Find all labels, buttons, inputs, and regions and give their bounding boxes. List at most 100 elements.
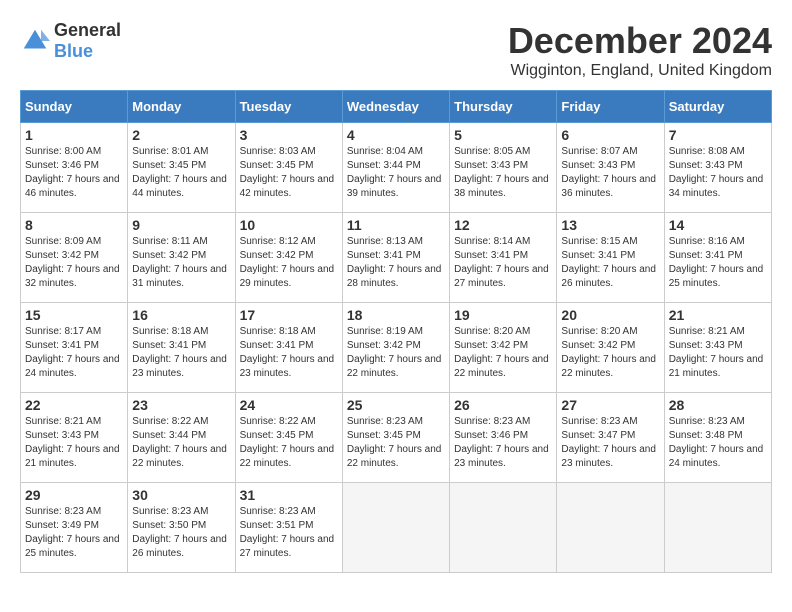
col-saturday: Saturday <box>664 91 771 123</box>
day-number: 5 <box>454 127 552 143</box>
title-area: December 2024 Wigginton, England, United… <box>508 20 772 80</box>
table-row <box>557 483 664 573</box>
day-number: 6 <box>561 127 659 143</box>
day-number: 19 <box>454 307 552 323</box>
day-number: 3 <box>240 127 338 143</box>
cell-content: Sunrise: 8:14 AMSunset: 3:41 PMDaylight:… <box>454 235 552 291</box>
day-number: 14 <box>669 217 767 233</box>
table-row: 8 Sunrise: 8:09 AMSunset: 3:42 PMDayligh… <box>21 213 128 303</box>
cell-content: Sunrise: 8:23 AMSunset: 3:51 PMDaylight:… <box>240 505 338 561</box>
cell-content: Sunrise: 8:04 AMSunset: 3:44 PMDaylight:… <box>347 145 445 201</box>
col-wednesday: Wednesday <box>342 91 449 123</box>
col-friday: Friday <box>557 91 664 123</box>
cell-content: Sunrise: 8:15 AMSunset: 3:41 PMDaylight:… <box>561 235 659 291</box>
calendar-week-row: 29 Sunrise: 8:23 AMSunset: 3:49 PMDaylig… <box>21 483 772 573</box>
day-number: 17 <box>240 307 338 323</box>
cell-content: Sunrise: 8:09 AMSunset: 3:42 PMDaylight:… <box>25 235 123 291</box>
table-row <box>664 483 771 573</box>
table-row <box>342 483 449 573</box>
location-title: Wigginton, England, United Kingdom <box>508 62 772 80</box>
table-row: 19 Sunrise: 8:20 AMSunset: 3:42 PMDaylig… <box>450 303 557 393</box>
cell-content: Sunrise: 8:03 AMSunset: 3:45 PMDaylight:… <box>240 145 338 201</box>
table-row: 21 Sunrise: 8:21 AMSunset: 3:43 PMDaylig… <box>664 303 771 393</box>
day-number: 24 <box>240 397 338 413</box>
day-number: 18 <box>347 307 445 323</box>
table-row: 1 Sunrise: 8:00 AMSunset: 3:46 PMDayligh… <box>21 123 128 213</box>
calendar-week-row: 1 Sunrise: 8:00 AMSunset: 3:46 PMDayligh… <box>21 123 772 213</box>
day-number: 29 <box>25 487 123 503</box>
day-number: 7 <box>669 127 767 143</box>
day-number: 23 <box>132 397 230 413</box>
cell-content: Sunrise: 8:08 AMSunset: 3:43 PMDaylight:… <box>669 145 767 201</box>
cell-content: Sunrise: 8:05 AMSunset: 3:43 PMDaylight:… <box>454 145 552 201</box>
day-number: 10 <box>240 217 338 233</box>
table-row: 31 Sunrise: 8:23 AMSunset: 3:51 PMDaylig… <box>235 483 342 573</box>
cell-content: Sunrise: 8:19 AMSunset: 3:42 PMDaylight:… <box>347 325 445 381</box>
day-number: 21 <box>669 307 767 323</box>
table-row: 4 Sunrise: 8:04 AMSunset: 3:44 PMDayligh… <box>342 123 449 213</box>
day-number: 4 <box>347 127 445 143</box>
day-number: 28 <box>669 397 767 413</box>
day-number: 27 <box>561 397 659 413</box>
table-row: 18 Sunrise: 8:19 AMSunset: 3:42 PMDaylig… <box>342 303 449 393</box>
table-row: 7 Sunrise: 8:08 AMSunset: 3:43 PMDayligh… <box>664 123 771 213</box>
month-title: December 2024 <box>508 20 772 62</box>
table-row: 30 Sunrise: 8:23 AMSunset: 3:50 PMDaylig… <box>128 483 235 573</box>
day-number: 13 <box>561 217 659 233</box>
cell-content: Sunrise: 8:23 AMSunset: 3:47 PMDaylight:… <box>561 415 659 471</box>
day-number: 22 <box>25 397 123 413</box>
cell-content: Sunrise: 8:20 AMSunset: 3:42 PMDaylight:… <box>454 325 552 381</box>
table-row: 24 Sunrise: 8:22 AMSunset: 3:45 PMDaylig… <box>235 393 342 483</box>
calendar-table: Sunday Monday Tuesday Wednesday Thursday… <box>20 90 772 573</box>
cell-content: Sunrise: 8:22 AMSunset: 3:44 PMDaylight:… <box>132 415 230 471</box>
day-number: 20 <box>561 307 659 323</box>
logo-icon <box>20 26 50 56</box>
cell-content: Sunrise: 8:23 AMSunset: 3:46 PMDaylight:… <box>454 415 552 471</box>
day-number: 2 <box>132 127 230 143</box>
cell-content: Sunrise: 8:13 AMSunset: 3:41 PMDaylight:… <box>347 235 445 291</box>
table-row: 2 Sunrise: 8:01 AMSunset: 3:45 PMDayligh… <box>128 123 235 213</box>
cell-content: Sunrise: 8:18 AMSunset: 3:41 PMDaylight:… <box>240 325 338 381</box>
col-thursday: Thursday <box>450 91 557 123</box>
table-row: 13 Sunrise: 8:15 AMSunset: 3:41 PMDaylig… <box>557 213 664 303</box>
table-row: 28 Sunrise: 8:23 AMSunset: 3:48 PMDaylig… <box>664 393 771 483</box>
day-number: 30 <box>132 487 230 503</box>
table-row: 23 Sunrise: 8:22 AMSunset: 3:44 PMDaylig… <box>128 393 235 483</box>
cell-content: Sunrise: 8:12 AMSunset: 3:42 PMDaylight:… <box>240 235 338 291</box>
table-row: 29 Sunrise: 8:23 AMSunset: 3:49 PMDaylig… <box>21 483 128 573</box>
calendar-week-row: 8 Sunrise: 8:09 AMSunset: 3:42 PMDayligh… <box>21 213 772 303</box>
day-number: 1 <box>25 127 123 143</box>
table-row: 25 Sunrise: 8:23 AMSunset: 3:45 PMDaylig… <box>342 393 449 483</box>
table-row: 17 Sunrise: 8:18 AMSunset: 3:41 PMDaylig… <box>235 303 342 393</box>
col-tuesday: Tuesday <box>235 91 342 123</box>
cell-content: Sunrise: 8:23 AMSunset: 3:49 PMDaylight:… <box>25 505 123 561</box>
cell-content: Sunrise: 8:17 AMSunset: 3:41 PMDaylight:… <box>25 325 123 381</box>
table-row <box>450 483 557 573</box>
table-row: 22 Sunrise: 8:21 AMSunset: 3:43 PMDaylig… <box>21 393 128 483</box>
logo-blue: Blue <box>54 41 93 61</box>
calendar-header-row: Sunday Monday Tuesday Wednesday Thursday… <box>21 91 772 123</box>
table-row: 16 Sunrise: 8:18 AMSunset: 3:41 PMDaylig… <box>128 303 235 393</box>
cell-content: Sunrise: 8:23 AMSunset: 3:48 PMDaylight:… <box>669 415 767 471</box>
table-row: 11 Sunrise: 8:13 AMSunset: 3:41 PMDaylig… <box>342 213 449 303</box>
col-sunday: Sunday <box>21 91 128 123</box>
day-number: 11 <box>347 217 445 233</box>
day-number: 8 <box>25 217 123 233</box>
header: General Blue December 2024 Wigginton, En… <box>20 20 772 80</box>
day-number: 25 <box>347 397 445 413</box>
cell-content: Sunrise: 8:00 AMSunset: 3:46 PMDaylight:… <box>25 145 123 201</box>
cell-content: Sunrise: 8:16 AMSunset: 3:41 PMDaylight:… <box>669 235 767 291</box>
table-row: 6 Sunrise: 8:07 AMSunset: 3:43 PMDayligh… <box>557 123 664 213</box>
logo: General Blue <box>20 20 121 62</box>
day-number: 26 <box>454 397 552 413</box>
cell-content: Sunrise: 8:21 AMSunset: 3:43 PMDaylight:… <box>25 415 123 471</box>
day-number: 12 <box>454 217 552 233</box>
cell-content: Sunrise: 8:23 AMSunset: 3:50 PMDaylight:… <box>132 505 230 561</box>
table-row: 9 Sunrise: 8:11 AMSunset: 3:42 PMDayligh… <box>128 213 235 303</box>
cell-content: Sunrise: 8:20 AMSunset: 3:42 PMDaylight:… <box>561 325 659 381</box>
table-row: 5 Sunrise: 8:05 AMSunset: 3:43 PMDayligh… <box>450 123 557 213</box>
cell-content: Sunrise: 8:11 AMSunset: 3:42 PMDaylight:… <box>132 235 230 291</box>
day-number: 31 <box>240 487 338 503</box>
cell-content: Sunrise: 8:07 AMSunset: 3:43 PMDaylight:… <box>561 145 659 201</box>
cell-content: Sunrise: 8:23 AMSunset: 3:45 PMDaylight:… <box>347 415 445 471</box>
